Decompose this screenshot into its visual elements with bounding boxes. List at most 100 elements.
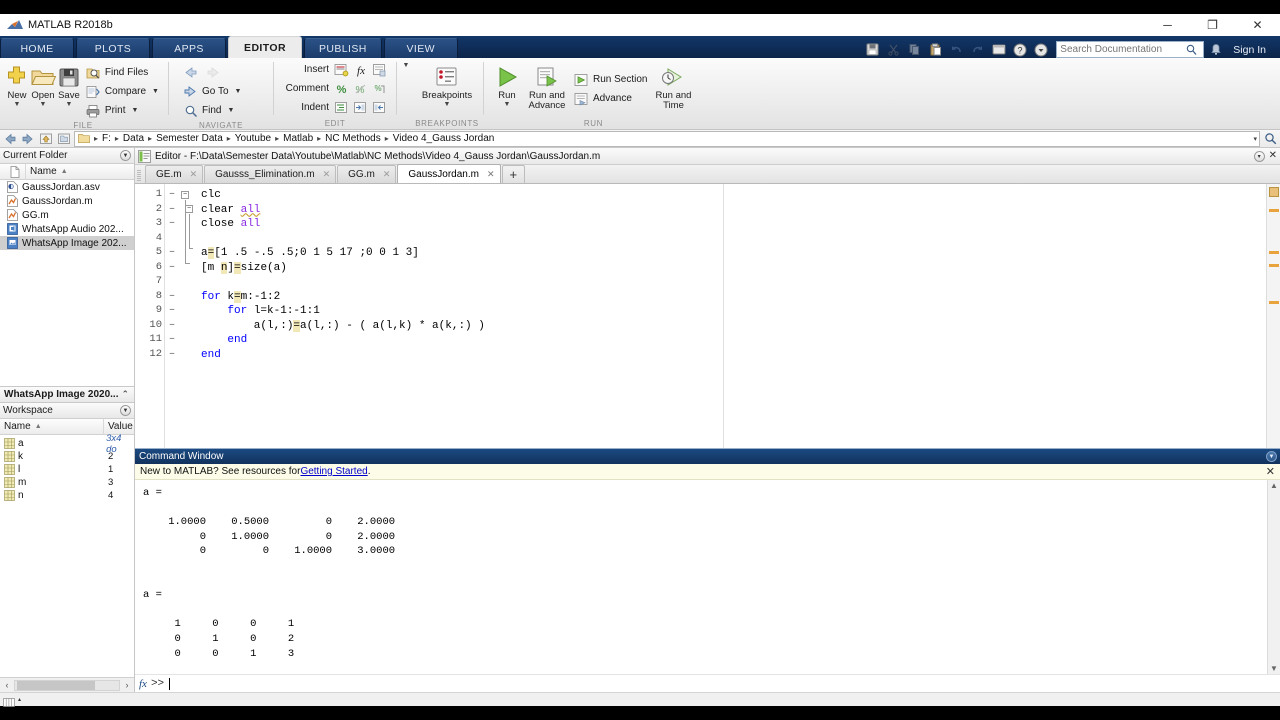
insert-block-icon[interactable] [332, 61, 351, 78]
file-list[interactable]: GaussJordan.asv GaussJordan.m GG.m Whats… [0, 180, 134, 386]
chevron-down-icon[interactable]: ▼ [14, 101, 21, 108]
forward-icon[interactable] [20, 131, 36, 147]
list-item[interactable]: WhatsApp Audio 202... [0, 222, 134, 236]
panel-options-icon[interactable]: ▼ [120, 150, 131, 161]
sign-in-button[interactable]: Sign In [1227, 44, 1274, 56]
editor-tab-gaussjordan[interactable]: GaussJordan.m ✕ [397, 164, 501, 183]
run-section-button[interactable]: Run Section [570, 70, 650, 89]
breadcrumb-item-4[interactable]: Matlab [281, 133, 315, 144]
ribbon-overflow-button[interactable]: ▼ [399, 58, 413, 69]
open-button[interactable]: Open ▼ [30, 61, 56, 108]
notification-icon[interactable] [1206, 41, 1225, 58]
executable-marker[interactable] [165, 232, 179, 247]
chevron-down-icon[interactable]: ▼ [131, 107, 138, 114]
insert-section-icon[interactable] [370, 61, 389, 78]
fold-toggle-inner[interactable]: − [185, 205, 193, 213]
breadcrumb-item-5[interactable]: NC Methods [323, 133, 383, 144]
fold-toggle-outer[interactable]: − [181, 191, 189, 199]
scroll-track[interactable] [14, 679, 120, 691]
workspace-horizontal-scrollbar[interactable]: ‹ › [0, 677, 134, 692]
tab-apps[interactable]: APPS [152, 38, 226, 58]
search-icon[interactable] [1262, 131, 1278, 147]
scroll-thumb[interactable] [17, 680, 95, 690]
code-editor[interactable]: 1 2 3 4 5 6 7 8 9 10 11 12 – – – – – – –… [135, 184, 1280, 448]
table-row[interactable]: n 4 [0, 489, 134, 502]
getting-started-link[interactable]: Getting Started [300, 466, 367, 477]
run-and-advance-button[interactable]: Run and Advance [524, 61, 570, 111]
paste-icon[interactable] [926, 41, 945, 58]
chevron-up-icon[interactable]: ⌃ [121, 389, 129, 400]
executable-marker[interactable]: – [165, 304, 179, 319]
list-item[interactable]: WhatsApp Image 202... [0, 236, 134, 250]
search-documentation-box[interactable] [1056, 41, 1205, 58]
panel-options-icon[interactable]: ▾ [1253, 150, 1265, 162]
status-caret-icon[interactable]: ▴ [18, 696, 21, 703]
executable-marker[interactable]: – [165, 217, 179, 232]
grid-icon[interactable] [3, 695, 17, 707]
function-fx-icon[interactable]: fx [139, 678, 147, 690]
chevron-down-icon[interactable]: ▼ [235, 88, 242, 95]
close-icon[interactable]: ✕ [1269, 151, 1277, 161]
find-button[interactable]: Find ▼ [179, 101, 244, 120]
redo-icon[interactable] [968, 41, 987, 58]
minimize-button[interactable]: ─ [1145, 14, 1190, 36]
back-icon[interactable] [2, 131, 18, 147]
code-folding-gutter[interactable]: − − [179, 184, 194, 448]
save-button[interactable]: Save ▼ [56, 61, 82, 108]
breadcrumb-item-3[interactable]: Youtube [233, 133, 273, 144]
maximize-button[interactable]: ❐ [1190, 14, 1235, 36]
navigate-back-button[interactable] [179, 63, 244, 82]
analyzer-marker[interactable] [1269, 209, 1279, 212]
close-icon[interactable]: ✕ [1266, 465, 1275, 478]
workspace-name-column[interactable]: Name ▲ [0, 418, 104, 435]
find-files-button[interactable]: Find Files [82, 63, 162, 82]
breadcrumb-item-1[interactable]: Data [121, 133, 146, 144]
chevron-down-icon[interactable]: ▼ [152, 88, 159, 95]
name-column-header[interactable]: Name ▲ [26, 164, 134, 180]
forward-arrow-icon[interactable] [205, 66, 222, 79]
executable-marker[interactable]: – [165, 290, 179, 305]
breadcrumb-item-2[interactable]: Semester Data [154, 133, 225, 144]
cut-icon[interactable] [884, 41, 903, 58]
function-fx-icon[interactable]: fx [351, 61, 370, 78]
chevron-down-icon[interactable]: ▼ [65, 101, 72, 108]
breadcrumb[interactable]: ▸ F: ▸ Data ▸ Semester Data ▸ Youtube ▸ … [74, 130, 1260, 147]
analyzer-marker[interactable] [1269, 301, 1279, 304]
analyzer-status-box[interactable] [1269, 187, 1279, 197]
breakpoints-button[interactable]: Breakpoints ▼ [417, 61, 477, 108]
help-icon[interactable]: ? [1010, 41, 1029, 58]
close-icon[interactable]: ✕ [383, 169, 391, 180]
breadcrumb-item-6[interactable]: Video 4_Gauss Jordan [391, 133, 497, 144]
chevron-down-icon[interactable]: ▼ [444, 101, 451, 108]
chevron-down-icon[interactable]: ▼ [403, 62, 410, 69]
tab-editor[interactable]: EDITOR [228, 36, 302, 58]
chevron-down-icon[interactable]: ▼ [504, 101, 511, 108]
print-button[interactable]: Print ▼ [82, 101, 162, 120]
executable-marker[interactable]: – [165, 246, 179, 261]
new-button[interactable]: New ▼ [4, 61, 30, 108]
run-and-time-button[interactable]: Run and Time [650, 61, 696, 111]
table-row[interactable]: l 1 [0, 463, 134, 476]
run-button[interactable]: Run ▼ [490, 61, 524, 108]
code-text-area[interactable]: clc clear all close all a=[1 .5 -.5 .5;0… [193, 184, 1266, 448]
go-to-button[interactable]: Go To ▼ [179, 82, 244, 101]
command-window-scrollbar[interactable]: ▲ ▼ [1267, 480, 1280, 674]
executable-marker[interactable]: – [165, 333, 179, 348]
executable-marker[interactable]: – [165, 348, 179, 363]
layout-icon[interactable] [989, 41, 1008, 58]
command-prompt[interactable]: fx >> [135, 674, 1280, 692]
editor-tab-gauss-elimination[interactable]: Gausss_Elimination.m ✕ [204, 165, 337, 183]
up-folder-icon[interactable] [38, 131, 54, 147]
details-panel-bar[interactable]: WhatsApp Image 2020... ⌃ [0, 386, 134, 403]
tab-home[interactable]: HOME [0, 38, 74, 58]
breakpoint-gutter[interactable]: – – – – – – – – – – [165, 184, 179, 448]
panel-options-icon[interactable]: ▼ [120, 405, 131, 416]
table-row[interactable]: a 3x4 do [0, 433, 134, 455]
smart-indent-icon[interactable] [332, 99, 351, 116]
indent-left-icon[interactable] [370, 99, 389, 116]
analyzer-marker[interactable] [1269, 264, 1279, 267]
save-icon[interactable] [863, 41, 882, 58]
code-analyzer-marker-bar[interactable] [1266, 184, 1280, 448]
more-options-icon[interactable] [1031, 41, 1050, 58]
list-item[interactable]: GG.m [0, 208, 134, 222]
